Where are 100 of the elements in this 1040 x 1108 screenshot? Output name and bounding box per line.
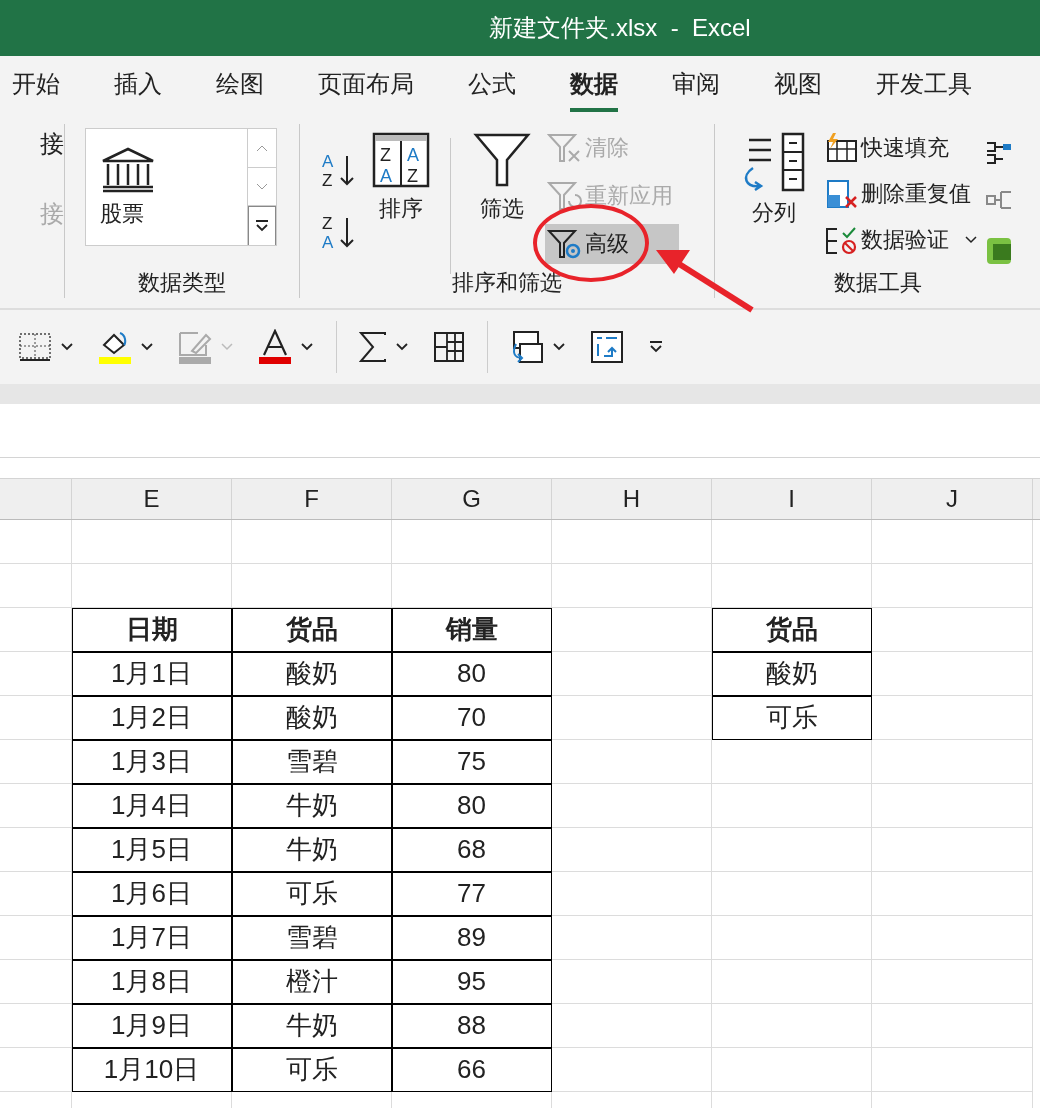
fill-color-icon[interactable] — [98, 329, 132, 365]
border-color-icon[interactable] — [178, 329, 212, 365]
table-cell: 1月1日 — [72, 652, 232, 696]
sort-button[interactable]: Z A A Z 排序 — [372, 132, 430, 224]
table-cell: 1月2日 — [72, 696, 232, 740]
reapply-filter-icon — [547, 181, 583, 211]
table-cell: 68 — [392, 828, 552, 872]
column-header[interactable]: J — [872, 479, 1033, 519]
column-header[interactable]: I — [712, 479, 872, 519]
data-tool-button[interactable]: 快速填充 — [823, 128, 983, 168]
table-cell: 酸奶 — [232, 696, 392, 740]
table-cell: 可乐 — [232, 1048, 392, 1092]
ribbon-tab[interactable]: 插入 — [114, 56, 162, 112]
data-model-icon[interactable] — [985, 236, 1011, 266]
ribbon-tab[interactable]: 页面布局 — [318, 56, 414, 112]
table-cell: 70 — [392, 696, 552, 740]
ribbon-tab[interactable]: 绘图 — [216, 56, 264, 112]
group-label: 数据类型 — [137, 269, 227, 297]
table-cell: 1月5日 — [72, 828, 232, 872]
clear-filter-icon — [547, 133, 583, 163]
table-cell: 雪碧 — [232, 740, 392, 784]
customize-toolbar-icon[interactable] — [648, 340, 664, 354]
empty-cell — [0, 960, 72, 1004]
table-grid-icon[interactable] — [433, 331, 465, 363]
table-cell: 1月4日 — [72, 784, 232, 828]
header-cell: 货品 — [232, 608, 392, 652]
table-cell: 牛奶 — [232, 784, 392, 828]
remove-duplicates-icon — [825, 179, 859, 209]
advanced-filter-icon — [547, 229, 583, 259]
table-cell: 77 — [392, 872, 552, 916]
filter-icon — [473, 132, 531, 188]
window-title: 新建文件夹.xlsx - Excel — [489, 13, 751, 43]
empty-cell — [0, 1048, 72, 1092]
font-color-icon[interactable] — [258, 329, 292, 365]
ribbon-tab[interactable]: 审阅 — [672, 56, 720, 112]
data-tool-button[interactable]: 数据验证 — [823, 220, 983, 260]
filter-button[interactable]: 筛选 — [473, 132, 531, 224]
table-cell: 80 — [392, 784, 552, 828]
switch-windows-icon[interactable] — [510, 330, 544, 364]
group-label: 排序和筛选 — [451, 269, 563, 297]
text-to-columns-button[interactable]: 分列 — [741, 132, 807, 228]
caret-icon[interactable] — [552, 342, 566, 352]
flash-fill-icon — [825, 133, 859, 163]
bank-icon — [100, 147, 156, 193]
table-cell: 牛奶 — [232, 1004, 392, 1048]
table-cell: 75 — [392, 740, 552, 784]
caret-icon[interactable] — [300, 342, 314, 352]
table-cell: 80 — [392, 652, 552, 696]
gallery-expand-button[interactable] — [248, 206, 276, 245]
caret-icon[interactable] — [60, 342, 74, 352]
header-cell: 日期 — [72, 608, 232, 652]
empty-cell — [0, 608, 72, 652]
table-cell: 1月6日 — [72, 872, 232, 916]
stocks-button[interactable]: 股票 — [86, 129, 247, 245]
ribbon-tab[interactable]: 开发工具 — [876, 56, 972, 112]
dropdown-caret-icon — [965, 236, 977, 244]
table-cell: 雪碧 — [232, 916, 392, 960]
column-header[interactable]: E — [72, 479, 232, 519]
empty-cell — [0, 916, 72, 960]
ribbon-tab[interactable]: 视图 — [774, 56, 822, 112]
table-cell: 牛奶 — [232, 828, 392, 872]
relationships-icon[interactable] — [985, 140, 1011, 166]
caret-icon[interactable] — [140, 342, 154, 352]
filter-command-button[interactable]: 高级 — [545, 224, 679, 264]
header-cell: 销量 — [392, 608, 552, 652]
sum-icon[interactable] — [359, 331, 387, 363]
table-cell: 95 — [392, 960, 552, 1004]
table-cell: 橙汁 — [232, 960, 392, 1004]
column-header[interactable]: F — [232, 479, 392, 519]
table-cell: 1月8日 — [72, 960, 232, 1004]
table-cell: 1月7日 — [72, 916, 232, 960]
table-cell: 可乐 — [232, 872, 392, 916]
chevron-down-icon — [256, 182, 268, 191]
table-cell: 1月9日 — [72, 1004, 232, 1048]
data-tool-button[interactable]: 删除重复值 — [823, 174, 983, 214]
group-label: 数据工具 — [832, 269, 923, 297]
empty-cell — [0, 564, 72, 608]
ribbon-tab[interactable]: 开始 — [12, 56, 60, 112]
empty-cell — [0, 696, 72, 740]
expand-icon — [255, 220, 269, 233]
form-layout-icon[interactable] — [590, 330, 624, 364]
table-cell: 酸奶 — [232, 652, 392, 696]
empty-cell — [0, 652, 72, 696]
chevron-up-icon — [256, 143, 268, 152]
ribbon-tab[interactable]: 公式 — [468, 56, 516, 112]
empty-cell — [0, 740, 72, 784]
table-cell: 1月3日 — [72, 740, 232, 784]
empty-cell — [0, 828, 72, 872]
caret-icon[interactable] — [395, 342, 409, 352]
empty-cell — [0, 872, 72, 916]
empty-cell — [0, 784, 72, 828]
header-cell: 货品 — [712, 608, 872, 652]
connections-button[interactable]: 接 — [40, 128, 64, 160]
table-cell: 89 — [392, 916, 552, 960]
table-cell: 酸奶 — [712, 652, 872, 696]
column-header[interactable]: H — [552, 479, 712, 519]
table-cell: 66 — [392, 1048, 552, 1092]
borders-icon[interactable] — [18, 332, 52, 362]
sort-icon: Z A A Z — [372, 132, 430, 188]
column-header[interactable]: G — [392, 479, 552, 519]
